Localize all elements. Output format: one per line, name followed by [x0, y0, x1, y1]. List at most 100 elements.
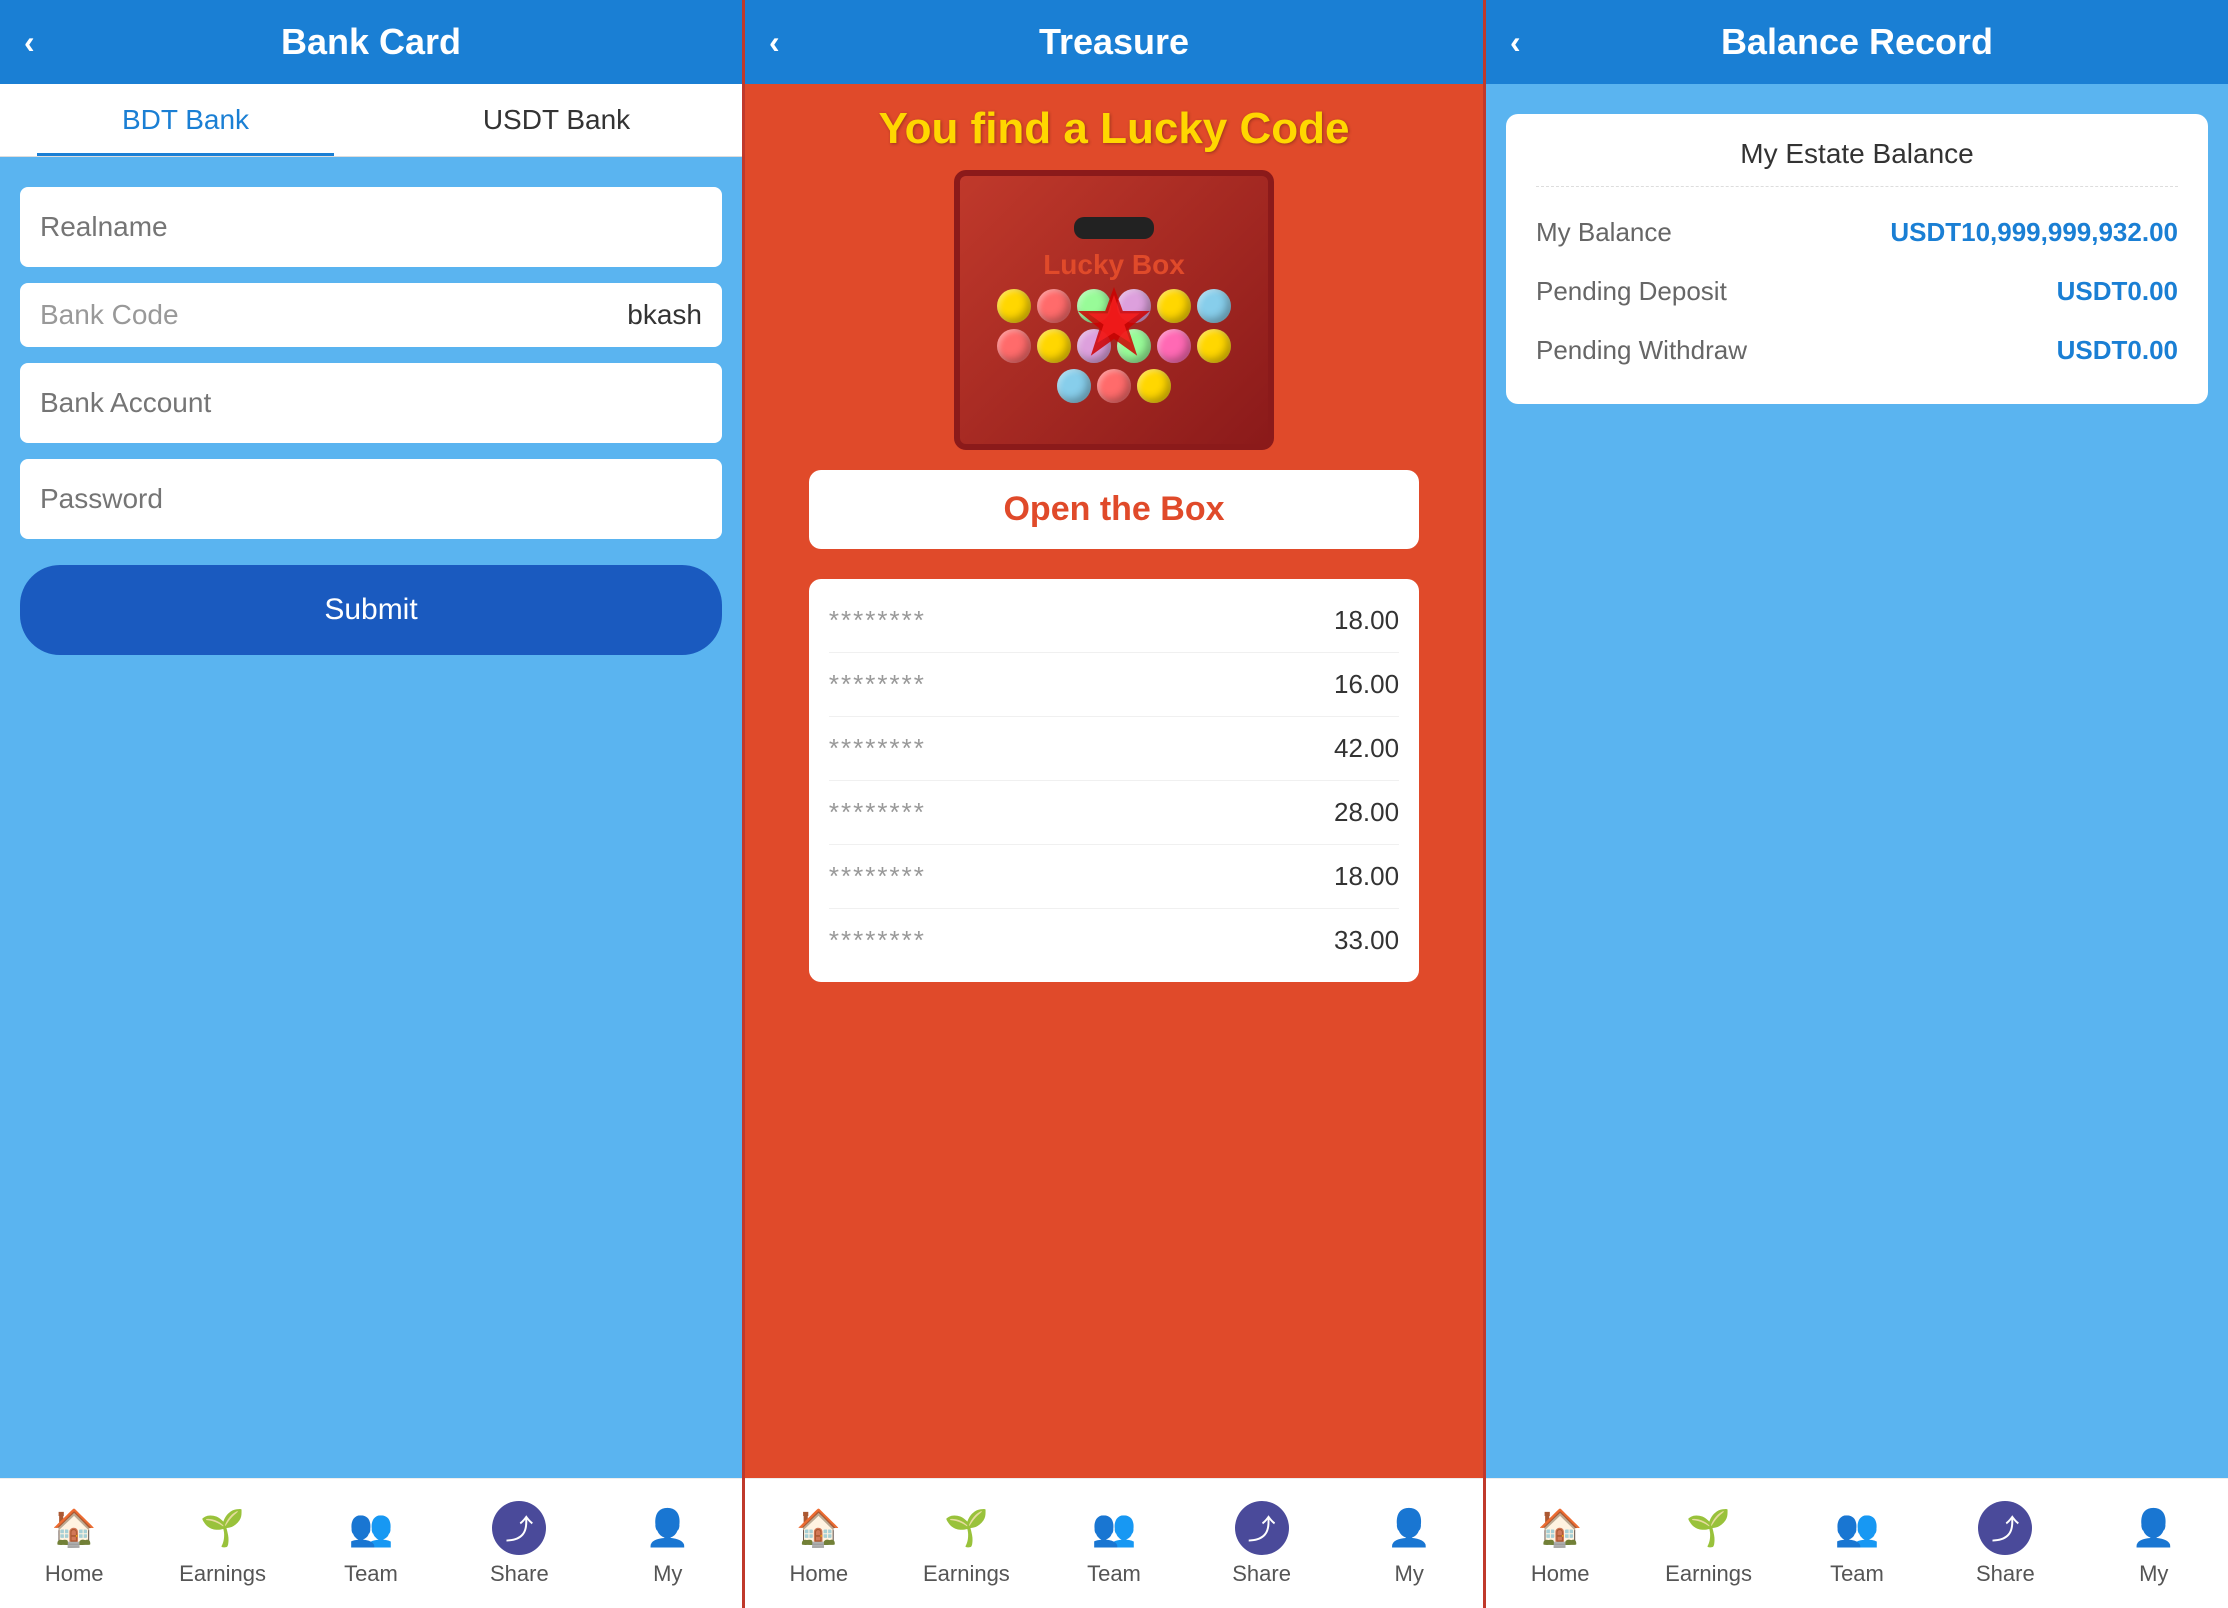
home-icon: 🏠 [47, 1501, 101, 1555]
team-icon-2: 👥 [1087, 1501, 1141, 1555]
treasure-panel: ‹ Treasure You find a Lucky Code Lucky B… [742, 0, 1486, 1608]
ball [1197, 329, 1231, 363]
treasure-content: You find a Lucky Code Lucky Box Open the… [745, 84, 1483, 1608]
share-icon-3: ⤴ [1978, 1501, 2032, 1555]
record-row: ******** 16.00 [829, 653, 1399, 717]
share-icon-2: ⤴ [1235, 1501, 1289, 1555]
nav-my-label-3: My [2139, 1561, 2168, 1587]
ball [1157, 329, 1191, 363]
bank-code-value: bkash [627, 299, 702, 331]
balance-label-2: Pending Deposit [1536, 276, 1727, 307]
nav-my-label-1: My [653, 1561, 682, 1587]
nav-team-2[interactable]: 👥 Team [1064, 1501, 1164, 1587]
bank-card-back-button[interactable]: ‹ [24, 24, 35, 61]
nav-home-2[interactable]: 🏠 Home [769, 1501, 869, 1587]
nav-team-1[interactable]: 👥 Team [321, 1501, 421, 1587]
balance-row-1: My Balance USDT10,999,999,932.00 [1536, 203, 2178, 262]
record-stars-5: ******** [829, 925, 926, 956]
record-stars-0: ******** [829, 605, 926, 636]
earnings-icon: 🌱 [196, 1501, 250, 1555]
nav-share-3[interactable]: ⤴ Share [1955, 1501, 2055, 1587]
balance-row-2: Pending Deposit USDT0.00 [1536, 262, 2178, 321]
nav-my-2[interactable]: 👤 My [1359, 1501, 1459, 1587]
home-icon-3: 🏠 [1533, 1501, 1587, 1555]
nav-share-label-2: Share [1232, 1561, 1291, 1587]
balance-record-title: Balance Record [1721, 21, 1993, 63]
ball [1037, 289, 1071, 323]
nav-team-label-2: Team [1087, 1561, 1141, 1587]
record-stars-4: ******** [829, 861, 926, 892]
balance-row-3: Pending Withdraw USDT0.00 [1536, 321, 2178, 380]
my-icon-3: 👤 [2127, 1501, 2181, 1555]
estate-title: My Estate Balance [1536, 138, 2178, 187]
tab-usdt-bank[interactable]: USDT Bank [371, 84, 742, 156]
record-row: ******** 42.00 [829, 717, 1399, 781]
balance-record-header: ‹ Balance Record [1486, 0, 2228, 84]
starburst-icon [1074, 283, 1154, 363]
ball [1097, 369, 1131, 403]
lucky-box-label: Lucky Box [1043, 249, 1185, 281]
record-amount-3: 28.00 [1334, 797, 1399, 828]
treasure-records-table: ******** 18.00 ******** 16.00 ******** 4… [809, 579, 1419, 982]
nav-my-3[interactable]: 👤 My [2104, 1501, 2204, 1587]
record-row: ******** 33.00 [829, 909, 1399, 972]
bank-card-title: Bank Card [281, 21, 461, 63]
panel2-bottom-nav: 🏠 Home 🌱 Earnings 👥 Team ⤴ Share 👤 My [745, 1478, 1483, 1608]
balance-label-3: Pending Withdraw [1536, 335, 1747, 366]
record-amount-2: 42.00 [1334, 733, 1399, 764]
balance-value-3: USDT0.00 [2057, 335, 2178, 366]
balance-content: My Estate Balance My Balance USDT10,999,… [1486, 84, 2228, 434]
nav-my-1[interactable]: 👤 My [618, 1501, 718, 1587]
nav-team-label-3: Team [1830, 1561, 1884, 1587]
record-stars-3: ******** [829, 797, 926, 828]
bank-account-field[interactable] [20, 363, 722, 443]
nav-team-label-1: Team [344, 1561, 398, 1587]
nav-earnings-label-2: Earnings [923, 1561, 1010, 1587]
nav-earnings-3[interactable]: 🌱 Earnings [1659, 1501, 1759, 1587]
realname-field[interactable] [20, 187, 722, 267]
ball [1057, 369, 1091, 403]
nav-home-3[interactable]: 🏠 Home [1510, 1501, 1610, 1587]
tab-bdt-bank[interactable]: BDT Bank [0, 84, 371, 156]
nav-share-1[interactable]: ⤴ Share [469, 1501, 569, 1587]
panel1-bottom-nav: 🏠 Home 🌱 Earnings 👥 Team ⤴ Share 👤 My [0, 1478, 742, 1608]
nav-share-label-1: Share [490, 1561, 549, 1587]
record-row: ******** 18.00 [829, 845, 1399, 909]
balance-value-2: USDT0.00 [2057, 276, 2178, 307]
lucky-code-title: You find a Lucky Code [878, 104, 1349, 154]
balance-value-1: USDT10,999,999,932.00 [1890, 217, 2178, 248]
record-stars-1: ******** [829, 669, 926, 700]
bank-card-header: ‹ Bank Card [0, 0, 742, 84]
record-stars-2: ******** [829, 733, 926, 764]
treasure-back-button[interactable]: ‹ [769, 24, 780, 61]
team-icon-1: 👥 [344, 1501, 398, 1555]
nav-share-2[interactable]: ⤴ Share [1212, 1501, 1312, 1587]
nav-team-3[interactable]: 👥 Team [1807, 1501, 1907, 1587]
estate-card: My Estate Balance My Balance USDT10,999,… [1506, 114, 2208, 404]
record-row: ******** 28.00 [829, 781, 1399, 845]
nav-home-1[interactable]: 🏠 Home [24, 1501, 124, 1587]
my-icon-2: 👤 [1382, 1501, 1436, 1555]
home-icon-2: 🏠 [792, 1501, 846, 1555]
share-icon-1: ⤴ [492, 1501, 546, 1555]
bank-code-row: Bank Code bkash [20, 283, 722, 347]
lucky-box: Lucky Box [954, 170, 1274, 450]
nav-earnings-2[interactable]: 🌱 Earnings [916, 1501, 1016, 1587]
earnings-icon-2: 🌱 [939, 1501, 993, 1555]
nav-earnings-1[interactable]: 🌱 Earnings [173, 1501, 273, 1587]
record-amount-1: 16.00 [1334, 669, 1399, 700]
nav-earnings-label-3: Earnings [1665, 1561, 1752, 1587]
nav-share-label-3: Share [1976, 1561, 2035, 1587]
nav-my-label-2: My [1395, 1561, 1424, 1587]
ball [997, 289, 1031, 323]
open-box-button[interactable]: Open the Box [809, 470, 1419, 549]
panel3-bottom-nav: 🏠 Home 🌱 Earnings 👥 Team ⤴ Share 👤 My [1486, 1478, 2228, 1608]
ball [1157, 289, 1191, 323]
balance-back-button[interactable]: ‹ [1510, 24, 1521, 61]
submit-button[interactable]: Submit [20, 565, 722, 655]
password-field[interactable] [20, 459, 722, 539]
balance-label-1: My Balance [1536, 217, 1672, 248]
treasure-title: Treasure [1039, 21, 1189, 63]
nav-earnings-label-1: Earnings [179, 1561, 266, 1587]
team-icon-3: 👥 [1830, 1501, 1884, 1555]
